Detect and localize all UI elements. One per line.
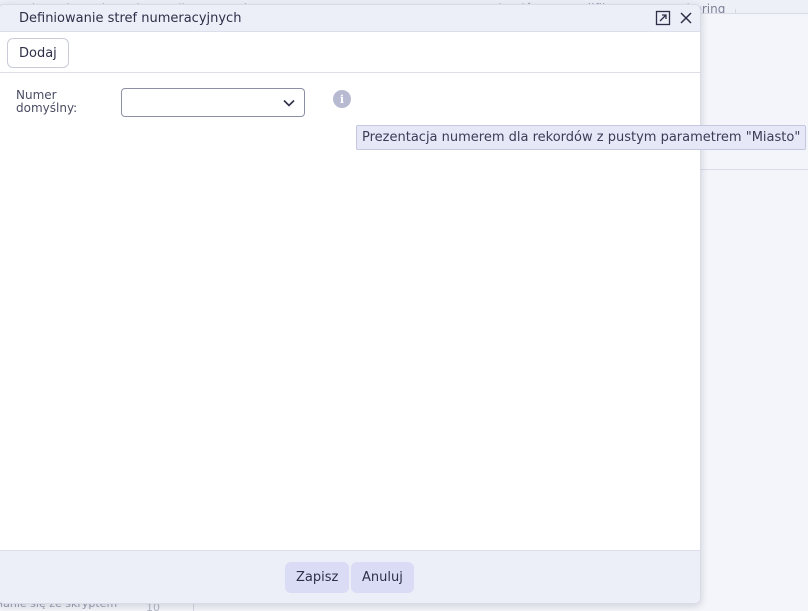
chevron-down-icon <box>283 99 295 107</box>
expand-icon[interactable] <box>654 9 672 27</box>
close-icon[interactable] <box>677 9 695 27</box>
info-tooltip: Prezentacja numerem dla rekordów z pusty… <box>356 125 807 150</box>
dialog-title: Definiowanie stref numeracyjnych <box>19 11 242 26</box>
add-button[interactable]: Dodaj <box>7 38 69 68</box>
save-button[interactable]: Zapisz <box>285 562 350 593</box>
default-number-select[interactable] <box>121 88 305 117</box>
dialog-toolbar: Dodaj <box>0 32 700 73</box>
default-number-label: Numer domyślny: <box>16 88 78 115</box>
cancel-button[interactable]: Anuluj <box>351 562 414 593</box>
dialog-footer: Zapisz Anuluj <box>0 550 700 603</box>
background-right-panel <box>700 14 808 611</box>
background-divider <box>700 169 808 170</box>
info-icon[interactable]: i <box>333 90 351 108</box>
dialog-header: Definiowanie stref numeracyjnych <box>0 5 700 32</box>
numbering-zones-dialog: Definiowanie stref numeracyjnych Dodaj N… <box>0 4 701 604</box>
